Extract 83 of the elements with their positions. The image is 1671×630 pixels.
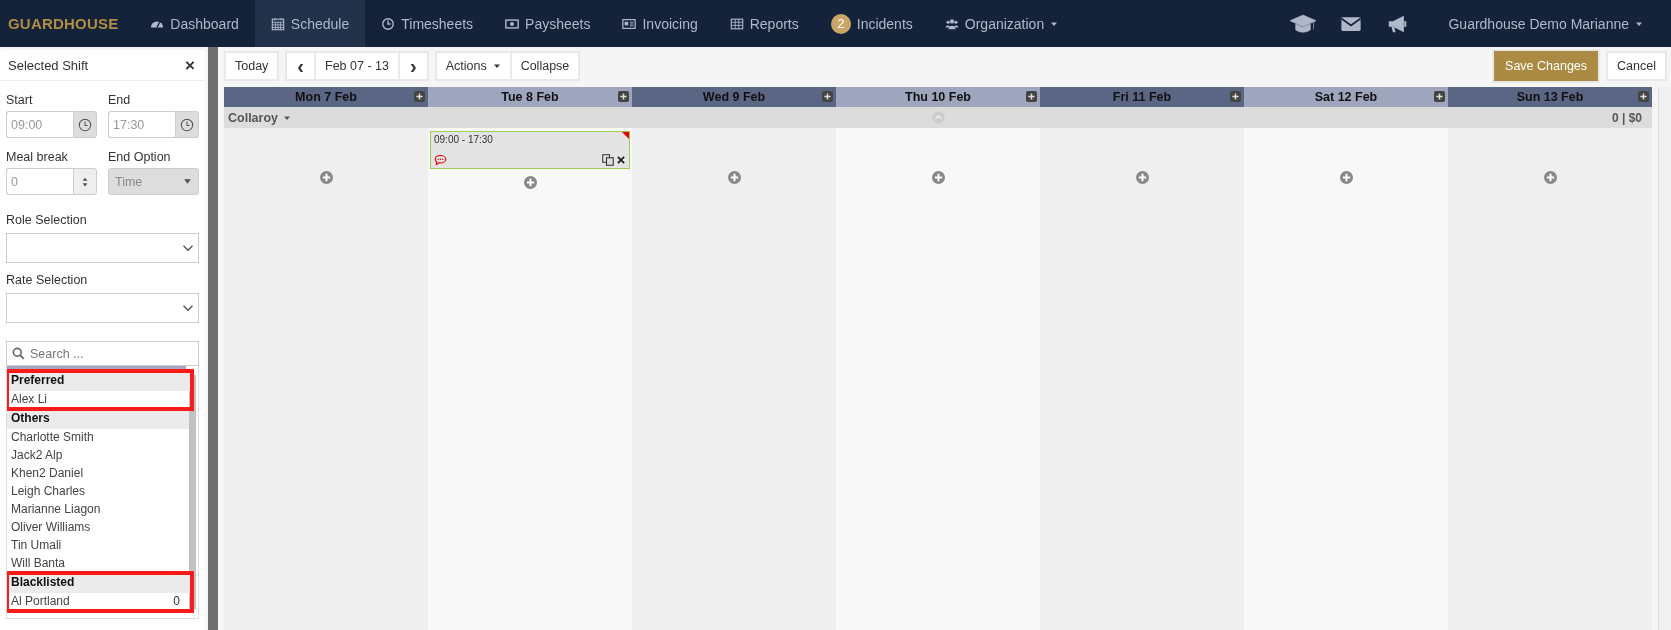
calendar-icon <box>270 16 285 31</box>
id-card-icon <box>622 16 637 31</box>
previous-button[interactable]: ‹ <box>287 53 315 79</box>
staff-item[interactable]: Alex Li <box>7 391 192 409</box>
user-menu[interactable]: Guardhouse Demo Marianne <box>1432 0 1659 47</box>
count-badge: 2 <box>830 13 851 34</box>
nav-link[interactable]: 2 Incidents <box>814 0 929 47</box>
day-header: Mon 7 Feb <box>224 87 428 107</box>
users-icon <box>944 16 959 31</box>
add-day-icon <box>1230 91 1241 102</box>
staff-item[interactable]: Tin Umali <box>7 537 192 555</box>
staff-item[interactable]: Charlotte Smith <box>7 429 192 447</box>
add-shift-icon <box>319 171 333 184</box>
day-header: Sat 12 Feb <box>1244 87 1448 107</box>
nav-link[interactable]: Paysheets <box>489 0 607 47</box>
group-heading: Blacklisted <box>7 573 192 593</box>
add-shift-icon <box>1543 171 1557 184</box>
staff-item[interactable]: Marianne Liagon <box>7 501 192 519</box>
scrollbar[interactable] <box>189 374 196 610</box>
staff-count: 0 <box>173 594 180 610</box>
collapse-button[interactable]: Collapse <box>511 53 579 79</box>
add-day-icon <box>414 91 425 102</box>
search-field[interactable]: Search ... <box>6 341 199 366</box>
day-header: Fri 11 Feb <box>1040 87 1244 107</box>
day-header: Wed 9 Feb <box>632 87 836 107</box>
dropdown-arrow-icon <box>183 177 192 186</box>
add-shift-icon <box>1339 171 1353 184</box>
add-shift-icon <box>931 171 945 184</box>
close-button[interactable]: × <box>183 56 197 74</box>
table-icon <box>729 16 744 31</box>
staff-item[interactable]: Al Portland 0 <box>7 593 192 611</box>
clock-icon <box>78 117 92 132</box>
add-shift-icon <box>1135 171 1149 184</box>
add-day-icon <box>1638 91 1649 102</box>
caret-icon <box>492 62 501 70</box>
day-header: Sun 13 Feb <box>1448 87 1652 107</box>
shift-time: 09:00 - 17:30 <box>434 134 494 145</box>
nav-link[interactable]: Dashboard <box>134 0 255 47</box>
staff-item[interactable]: Will Banta <box>7 555 192 573</box>
search-icon <box>12 347 25 360</box>
field-label: Meal break <box>6 150 69 164</box>
shift-card[interactable]: 09:00 - 17:30 <box>430 131 630 169</box>
scrollbar[interactable] <box>1658 87 1671 630</box>
field-label: Role Selection <box>6 213 88 227</box>
nav-link[interactable]: Reports <box>713 0 815 47</box>
today-button[interactable]: Today <box>226 53 278 79</box>
location-toggle[interactable]: Collaroy <box>228 110 291 125</box>
clock-button[interactable] <box>73 111 97 138</box>
nav-link[interactable]: Timesheets <box>365 0 490 47</box>
location-total: 0 | $0 <box>1611 110 1642 125</box>
field-label: End Option <box>108 150 172 164</box>
logo[interactable]: GUARDHOUSE <box>0 15 135 32</box>
field-label: Start <box>6 93 34 107</box>
add-shift-icon <box>523 176 537 189</box>
add-day-icon <box>822 91 833 102</box>
clock-icon <box>381 16 396 31</box>
panel-title: Selected Shift <box>8 57 89 73</box>
day-header: Tue 8 Feb <box>428 87 632 107</box>
add-shift-icon <box>727 171 741 184</box>
field-label: Rate Selection <box>6 273 89 287</box>
add-day-icon <box>1026 91 1037 102</box>
nav-link[interactable]: Schedule <box>254 0 366 47</box>
banknote-icon <box>505 16 520 31</box>
clock-button[interactable] <box>175 111 199 138</box>
staff-item[interactable]: Khen2 Daniel <box>7 465 192 483</box>
field-label: End <box>108 93 132 107</box>
copy-icon <box>602 154 614 166</box>
nav-link[interactable]: Organization <box>928 0 1075 47</box>
staff-item[interactable]: Leigh Charles <box>7 483 192 501</box>
cancel-button[interactable]: Cancel <box>1608 53 1665 79</box>
staff-item[interactable]: Jack2 Alp <box>7 447 192 465</box>
group-heading: Preferred <box>7 371 192 391</box>
clock-icon <box>180 117 194 132</box>
next-button[interactable]: › <box>399 53 427 79</box>
actions-button[interactable]: Actions <box>436 53 510 79</box>
close-icon <box>616 155 626 165</box>
nav-link[interactable]: Invoicing <box>606 0 714 47</box>
date-range-button[interactable]: Feb 07 - 13 <box>316 53 398 79</box>
staff-item[interactable]: Oliver Williams <box>7 519 192 537</box>
add-day-icon <box>1434 91 1445 102</box>
add-day-icon <box>618 91 629 102</box>
day-header: Thu 10 Feb <box>836 87 1040 107</box>
spinner-control[interactable] <box>73 168 97 195</box>
